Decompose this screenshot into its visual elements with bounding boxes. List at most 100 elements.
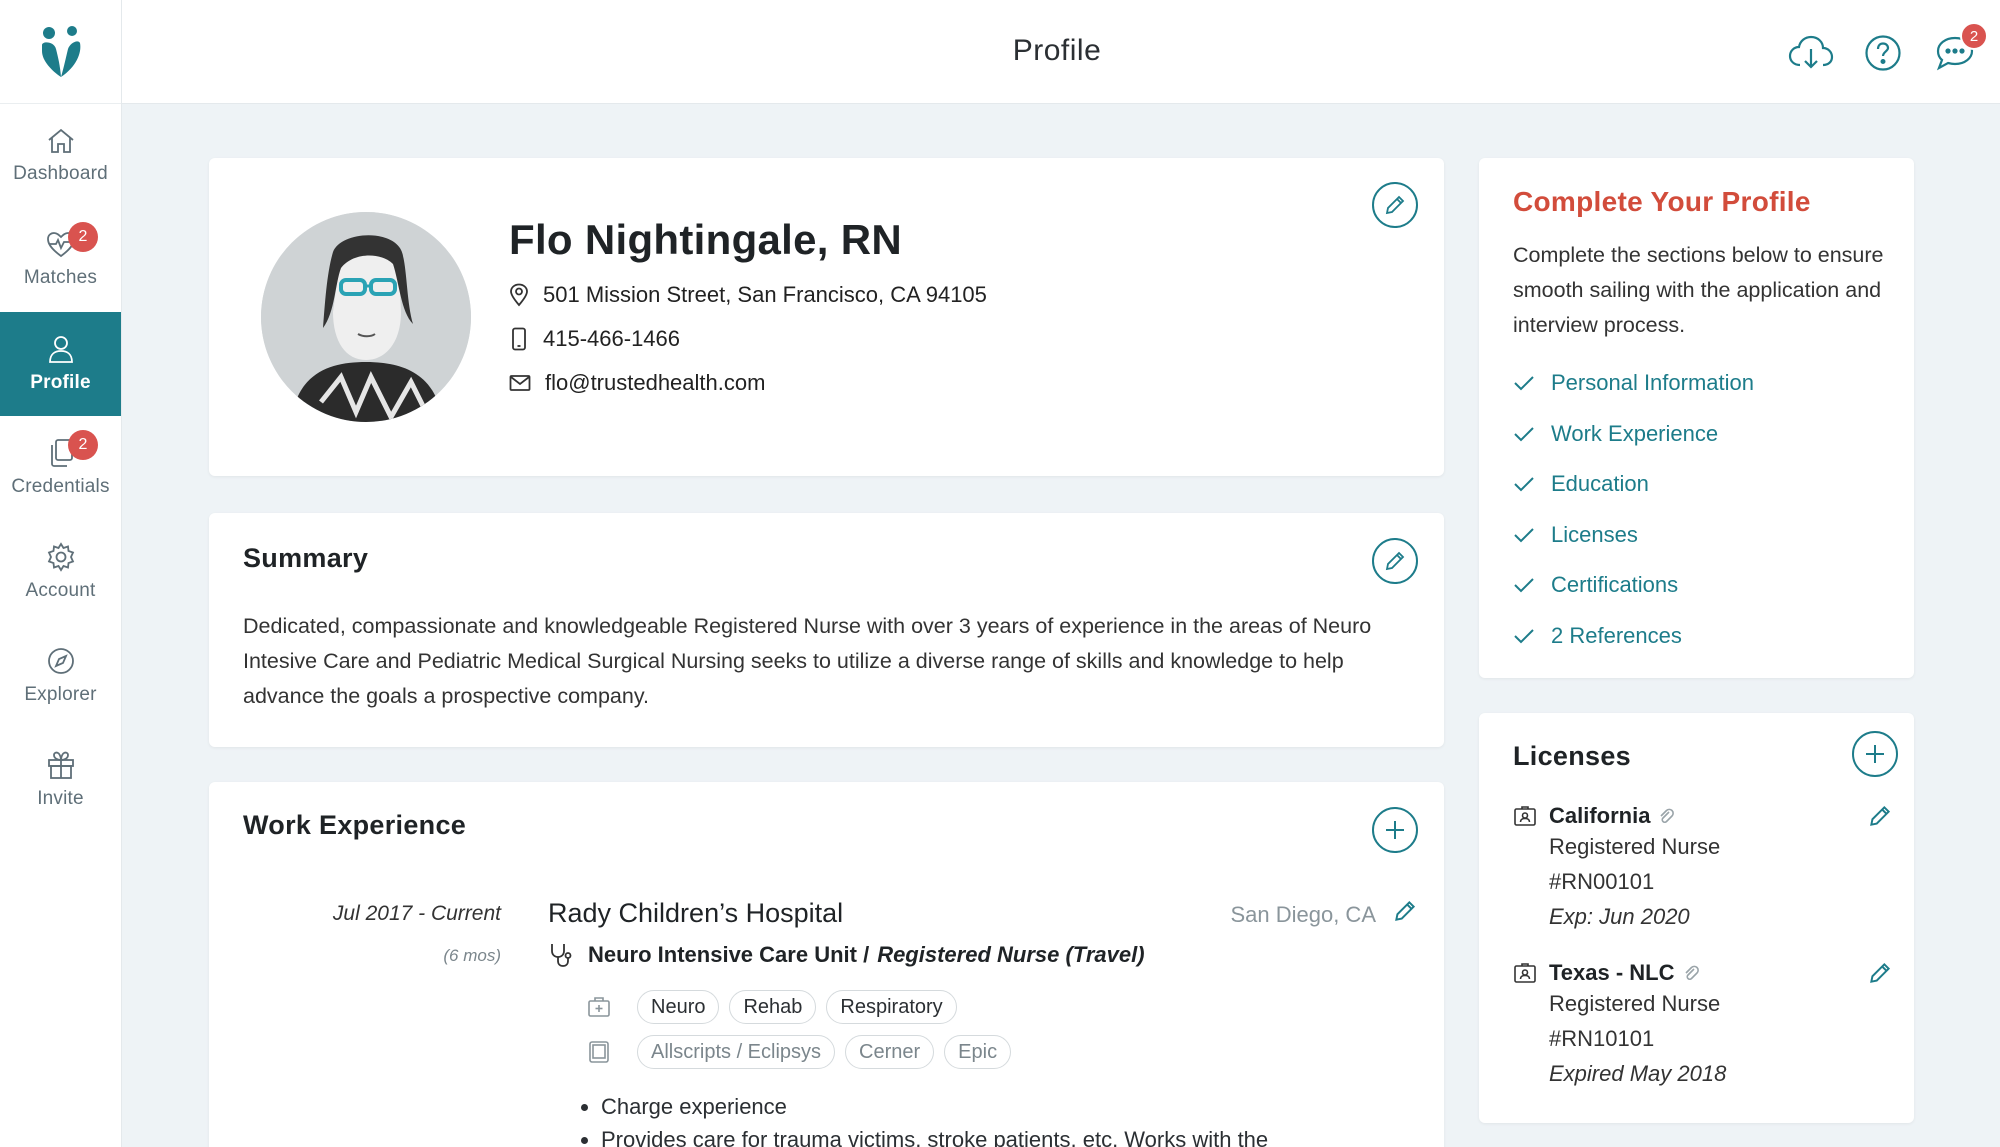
license-expiry: Expired May 2018 (1549, 1061, 1727, 1086)
trusted-logo-icon (41, 25, 80, 77)
edit-profile-button[interactable] (1372, 182, 1418, 228)
location-pin-icon (510, 283, 528, 307)
license-state: Texas - NLC (1549, 960, 1675, 985)
specialty-tag: Respiratory (826, 990, 957, 1024)
envelope-icon (509, 375, 531, 391)
pencil-icon (1385, 195, 1405, 215)
specialty-tag: Neuro (637, 990, 720, 1024)
help-button[interactable] (1860, 30, 1906, 76)
work-experience-card: Work Experience Jul 2017 - Current (6 mo… (209, 782, 1444, 1147)
edit-summary-button[interactable] (1372, 538, 1418, 584)
edit-license-button[interactable] (1867, 803, 1893, 829)
pencil-icon (1870, 805, 1891, 826)
nav-label: Matches (23, 267, 98, 288)
work-duties-list: Charge experience Provides care for trau… (601, 1090, 1401, 1147)
check-icon (1514, 427, 1534, 442)
gear-icon (47, 542, 74, 572)
header-actions: 2 (1788, 22, 1988, 76)
attachment-icon[interactable] (1658, 806, 1675, 826)
nav-label: Profile (30, 372, 91, 393)
pencil-icon (1385, 551, 1405, 571)
logo[interactable] (0, 0, 121, 104)
license-type: Registered Nurse (1549, 991, 1721, 1016)
user-icon (48, 336, 73, 363)
profile-card: Flo Nightingale, RN 501 Mission Street, … (209, 158, 1444, 476)
licenses-card: Licenses California Registered Nurse #RN… (1479, 713, 1914, 1123)
list-item: Charge experience (601, 1090, 1401, 1123)
check-icon (1514, 578, 1534, 593)
profile-email: flo@trustedhealth.com (545, 370, 766, 395)
summary-card: Summary Dedicated, compassionate and kno… (209, 513, 1444, 747)
work-date-range: Jul 2017 - Current (332, 902, 501, 925)
cloud-download-icon (1788, 35, 1834, 69)
specialty-tag: Rehab (729, 990, 817, 1024)
check-icon (1514, 629, 1534, 644)
work-location: San Diego, CA (1230, 902, 1376, 927)
id-card-icon (1514, 963, 1536, 983)
nav-item-profile[interactable]: Profile (0, 312, 121, 416)
checklist-label: Certifications (1551, 572, 1679, 598)
avatar[interactable] (261, 212, 471, 422)
nav-item-account[interactable]: Account (0, 520, 121, 624)
work-duration: (6 mos) (443, 946, 501, 965)
complete-description: Complete the sections below to ensure sm… (1513, 243, 1884, 337)
nav-item-invite[interactable]: Invite (0, 728, 121, 832)
credentials-badge: 2 (68, 430, 98, 460)
nav-item-credentials[interactable]: Credentials 2 (0, 416, 121, 520)
profile-name: Flo Nightingale, RN (509, 216, 903, 263)
checklist-item-personal-information[interactable]: Personal Information (1513, 358, 1754, 409)
checklist-label: Licenses (1551, 521, 1638, 547)
complete-profile-card: Complete Your Profile Complete the secti… (1479, 158, 1914, 678)
plus-icon (1386, 821, 1404, 839)
check-icon (1514, 477, 1534, 492)
add-license-button[interactable] (1852, 731, 1898, 777)
checklist-item-education[interactable]: Education (1513, 459, 1754, 510)
checklist-item-work-experience[interactable]: Work Experience (1513, 409, 1754, 460)
summary-text: Dedicated, compassionate and knowledgeab… (243, 614, 1372, 708)
medical-kit-icon (588, 997, 610, 1017)
edit-work-button[interactable] (1392, 898, 1418, 924)
nav-label: Credentials (11, 476, 110, 497)
address-row: 501 Mission Street, San Francisco, CA 94… (509, 282, 987, 308)
nav-label: Account (25, 580, 96, 601)
license-header: California (1513, 803, 1893, 829)
page-title: Profile (1012, 34, 1102, 67)
tablet-icon (589, 1041, 609, 1063)
nav-item-explorer[interactable]: Explorer (0, 624, 121, 728)
top-header: Profile 2 (122, 0, 2000, 104)
profile-address: 501 Mission Street, San Francisco, CA 94… (543, 282, 987, 307)
checklist-item-licenses[interactable]: Licenses (1513, 510, 1754, 561)
complete-title: Complete Your Profile (1513, 186, 1811, 217)
stethoscope-icon (551, 944, 572, 967)
checklist-label: Work Experience (1551, 420, 1719, 446)
nav-label: Explorer (24, 684, 97, 705)
messages-badge: 2 (1960, 22, 1988, 50)
checklist-item-references[interactable]: 2 References (1513, 611, 1754, 662)
checklist-item-certifications[interactable]: Certifications (1513, 560, 1754, 611)
work-unit: Neuro Intensive Care Unit / (588, 942, 870, 967)
license-state: California (1549, 803, 1651, 828)
check-icon (1514, 376, 1534, 391)
nav-item-dashboard[interactable]: Dashboard (0, 104, 121, 208)
sidebar: Dashboard Matches 2 Profile Credentials … (0, 0, 122, 1147)
work-role: Registered Nurse (Travel) (877, 942, 1145, 967)
license-header: Texas - NLC (1513, 960, 1893, 986)
phone-row: 415-466-1466 (509, 326, 680, 352)
license-item: Texas - NLC Registered Nurse #RN10101 Ex… (1513, 960, 1893, 1091)
edit-license-button[interactable] (1867, 960, 1893, 986)
license-number: #RN10101 (1549, 1026, 1655, 1051)
download-button[interactable] (1788, 30, 1834, 76)
summary-title: Summary (243, 543, 369, 573)
licenses-title: Licenses (1513, 741, 1631, 771)
system-tag: Cerner (845, 1035, 935, 1069)
attachment-icon[interactable] (1683, 963, 1699, 983)
nav-label: Dashboard (13, 163, 108, 184)
pencil-icon (1395, 900, 1416, 921)
nav-item-matches[interactable]: Matches 2 (0, 208, 121, 312)
systems-row: Allscripts / Eclipsys Cerner Epic (587, 1035, 1012, 1069)
id-card-icon (1514, 806, 1536, 826)
add-work-button[interactable] (1372, 807, 1418, 853)
plus-icon (1866, 745, 1884, 763)
messages-button[interactable]: 2 (1932, 22, 1988, 76)
specialties-row: Neuro Rehab Respiratory (587, 990, 957, 1024)
